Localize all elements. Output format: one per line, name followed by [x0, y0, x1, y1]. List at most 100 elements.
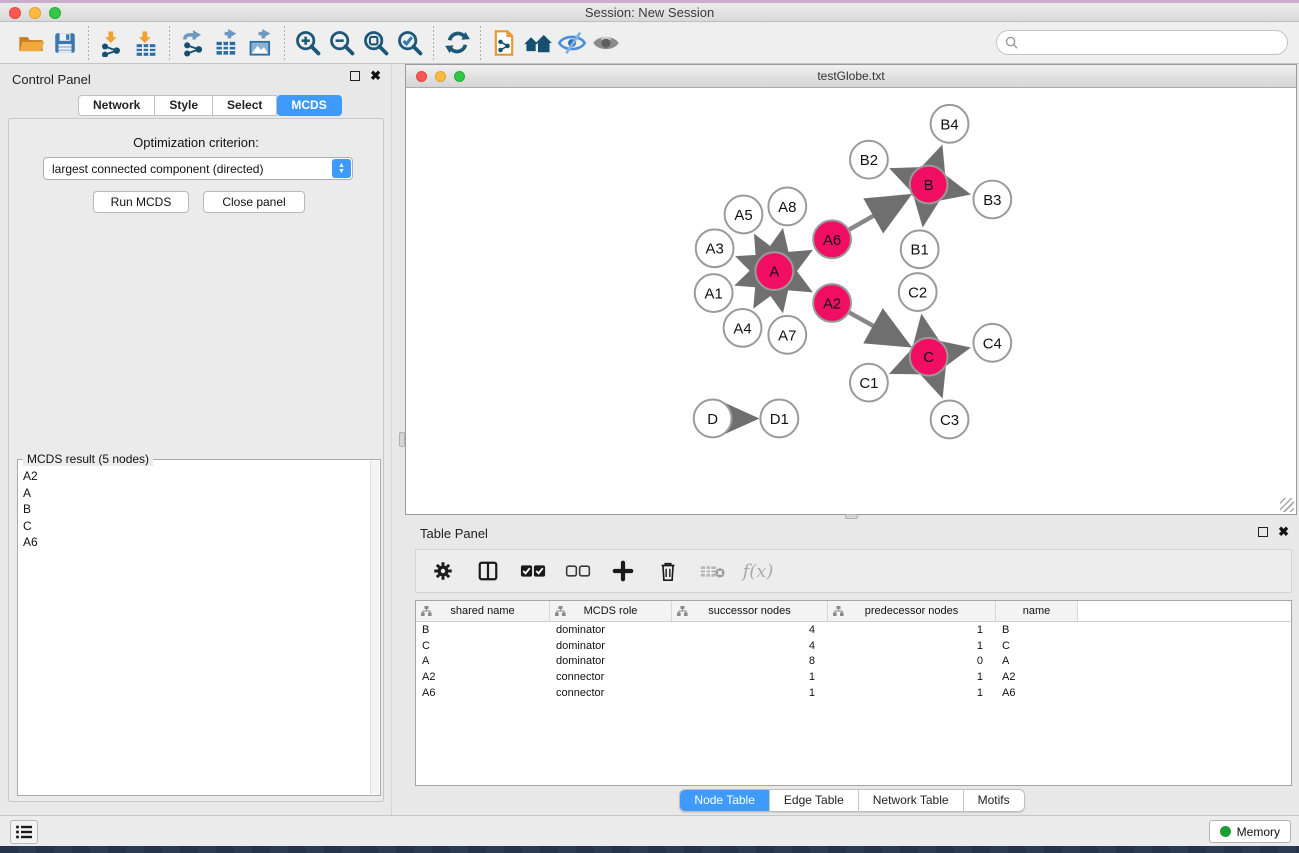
graph-node-A[interactable]: A	[755, 252, 793, 290]
zoom-fit-button[interactable]	[359, 26, 393, 60]
table-row[interactable]: A2connector11A2	[416, 669, 1291, 685]
graph-node-A5[interactable]: A5	[725, 195, 763, 233]
graph-node-B4[interactable]: B4	[931, 105, 969, 143]
tab-style[interactable]: Style	[155, 95, 213, 116]
vertical-splitter-handle[interactable]	[399, 432, 405, 447]
search-field[interactable]	[996, 30, 1288, 55]
graph-node-D[interactable]: D	[694, 400, 732, 438]
zoom-selected-button[interactable]	[393, 26, 427, 60]
edge-C-C3[interactable]	[934, 373, 941, 393]
criterion-select[interactable]: largest connected component (directed) ▲…	[43, 157, 353, 180]
refresh-layout-button[interactable]	[440, 26, 474, 60]
float-panel-icon[interactable]	[1258, 527, 1268, 537]
edge-A-A2[interactable]	[789, 279, 808, 289]
graph-node-C3[interactable]: C3	[931, 401, 969, 439]
tab-motifs[interactable]: Motifs	[963, 790, 1024, 811]
export-image-button[interactable]	[244, 26, 278, 60]
edge-A6-B[interactable]	[847, 198, 905, 231]
float-panel-icon[interactable]	[350, 71, 360, 81]
result-list-item[interactable]: C	[23, 518, 370, 535]
edge-C-C4[interactable]	[945, 349, 965, 353]
graph-node-C2[interactable]: C2	[899, 273, 937, 311]
edge-B-B3[interactable]	[945, 188, 965, 193]
minimize-window-button[interactable]	[29, 7, 41, 19]
memory-button[interactable]: Memory	[1209, 820, 1291, 843]
graph-node-B2[interactable]: B2	[850, 141, 888, 179]
edge-A-A6[interactable]	[789, 253, 808, 263]
edge-C-C1[interactable]	[894, 363, 913, 371]
zoom-in-button[interactable]	[291, 26, 325, 60]
result-list-item[interactable]: B	[23, 501, 370, 518]
tab-mcds[interactable]: MCDS	[277, 95, 341, 116]
graph-node-D1[interactable]: D1	[760, 400, 798, 438]
import-network-button[interactable]	[95, 26, 129, 60]
mcds-result-list[interactable]: A2ABCA6	[18, 464, 370, 795]
deselect-all-button[interactable]	[565, 558, 591, 584]
tab-edge-table[interactable]: Edge Table	[769, 790, 858, 811]
edge-C-C2[interactable]	[922, 320, 925, 341]
node-table[interactable]: shared nameMCDS rolesuccessor nodesprede…	[415, 600, 1292, 786]
edge-A-A7[interactable]	[778, 288, 782, 308]
graph-node-A8[interactable]: A8	[768, 188, 806, 226]
minimize-window-button[interactable]	[435, 71, 446, 82]
network-canvas[interactable]: B4 B2 B B3 A5A8A6 A3 B1 A A1 C2 A2 A4A7 C4 C C1 C3 D D1	[408, 89, 1294, 512]
zoom-out-button[interactable]	[325, 26, 359, 60]
search-input[interactable]	[1023, 36, 1279, 50]
close-panel-button[interactable]: Close panel	[203, 191, 305, 213]
result-list-scrollbar[interactable]	[370, 461, 379, 794]
delete-column-button[interactable]	[655, 558, 681, 584]
split-view-button[interactable]	[475, 558, 501, 584]
graph-node-B[interactable]: B	[910, 166, 948, 204]
edge-B-B1[interactable]	[923, 201, 926, 221]
task-history-button[interactable]	[10, 820, 38, 844]
column-header-successor-nodes[interactable]: successor nodes	[672, 601, 828, 621]
run-mcds-button[interactable]: Run MCDS	[93, 191, 189, 213]
export-network-button[interactable]	[176, 26, 210, 60]
result-list-item[interactable]: A	[23, 485, 370, 502]
home-button[interactable]	[521, 26, 555, 60]
graph-node-A7[interactable]: A7	[768, 316, 806, 354]
edge-A-A8[interactable]	[778, 234, 782, 255]
graph-node-A2[interactable]: A2	[813, 284, 851, 322]
close-window-button[interactable]	[9, 7, 21, 19]
tab-network-table[interactable]: Network Table	[858, 790, 963, 811]
graph-node-C[interactable]: C	[910, 338, 948, 376]
edge-A2-C[interactable]	[847, 311, 904, 343]
zoom-window-button[interactable]	[454, 71, 465, 82]
select-all-button[interactable]	[520, 558, 546, 584]
graph-node-A4[interactable]: A4	[724, 309, 762, 347]
gear-button[interactable]	[430, 558, 456, 584]
open-session-button[interactable]	[14, 26, 48, 60]
horizontal-splitter-handle[interactable]	[845, 514, 858, 519]
graph-node-B3[interactable]: B3	[973, 181, 1011, 219]
add-column-button[interactable]	[610, 558, 636, 584]
graph-node-A1[interactable]: A1	[695, 274, 733, 312]
tab-network[interactable]: Network	[78, 95, 155, 116]
graph-node-C4[interactable]: C4	[973, 324, 1011, 362]
graph-node-C1[interactable]: C1	[850, 364, 888, 402]
save-session-button[interactable]	[48, 26, 82, 60]
result-list-item[interactable]: A2	[23, 468, 370, 485]
resize-grip-icon[interactable]	[1280, 498, 1294, 512]
column-header-MCDS-role[interactable]: MCDS role	[550, 601, 672, 621]
graph-node-A3[interactable]: A3	[696, 229, 734, 267]
close-panel-icon[interactable]: ✖	[1278, 527, 1289, 537]
tab-select[interactable]: Select	[213, 95, 277, 116]
table-row[interactable]: Adominator80A	[416, 654, 1291, 670]
table-row[interactable]: Bdominator41B	[416, 622, 1291, 638]
tab-node-table[interactable]: Node Table	[680, 790, 769, 811]
graph-node-B1[interactable]: B1	[901, 230, 939, 268]
export-table-button[interactable]	[210, 26, 244, 60]
show-panels-button[interactable]	[589, 26, 623, 60]
table-row[interactable]: A6connector11A6	[416, 685, 1291, 701]
column-header-name[interactable]: name	[996, 601, 1078, 621]
hide-panels-button[interactable]	[555, 26, 589, 60]
graph-node-A6[interactable]: A6	[813, 220, 851, 258]
close-window-button[interactable]	[416, 71, 427, 82]
column-header-shared-name[interactable]: shared name	[416, 601, 550, 621]
zoom-window-button[interactable]	[49, 7, 61, 19]
edge-A-A4[interactable]	[756, 286, 766, 304]
table-row[interactable]: Cdominator41C	[416, 638, 1291, 654]
result-list-item[interactable]: A6	[23, 534, 370, 551]
column-header-predecessor-nodes[interactable]: predecessor nodes	[828, 601, 996, 621]
